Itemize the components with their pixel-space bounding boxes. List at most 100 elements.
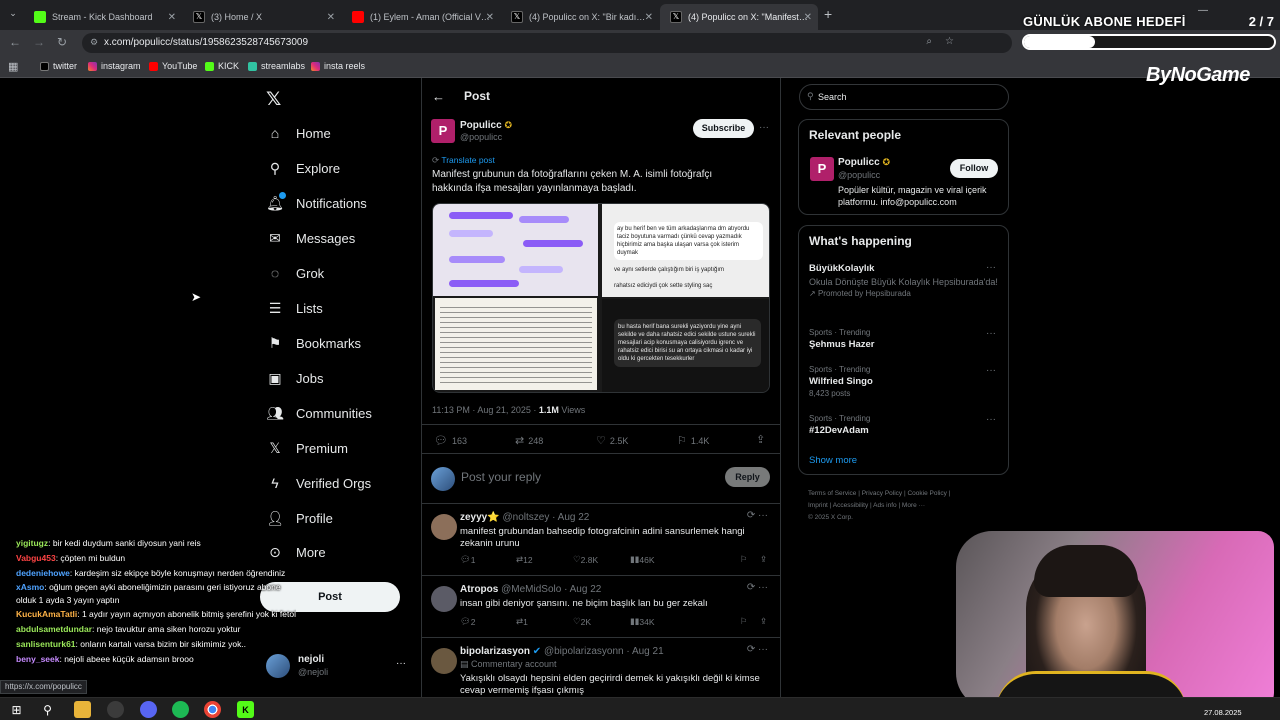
reply-item[interactable]: bipolarizasyon ✔ @bipolarizasyonn · Aug … (422, 637, 780, 695)
nav-premium[interactable]: 𝕏 Premium (266, 434, 348, 462)
subscribe-button[interactable]: Subscribe (693, 119, 754, 138)
trend-more-icon[interactable]: ··· (986, 328, 996, 339)
tab-search-icon[interactable]: ⌄ (6, 8, 20, 22)
like-action[interactable]: ♡ 2.8K (573, 554, 598, 565)
reply-button[interactable]: Reply (725, 467, 770, 487)
nav-messages[interactable]: ✉ Messages (266, 224, 355, 252)
browser-tab[interactable]: 𝕏 (4) Populicc on X: "Bir kadın, M... ✕ (501, 4, 659, 30)
author-avatar[interactable]: P (431, 119, 455, 143)
reply-item[interactable]: Atropos @MeMidSolo · Aug 22 ⟳ ··· insan … (422, 575, 780, 635)
show-more-link[interactable]: Show more (809, 455, 857, 466)
tab-close-icon[interactable]: ✕ (168, 12, 176, 23)
browser-tab[interactable]: 𝕏 (3) Home / X ✕ (183, 4, 341, 30)
chat-text: : kardeşim siz ekipçe böyle konuşmayı ne… (69, 568, 286, 578)
tab-close-icon[interactable]: ✕ (486, 12, 494, 23)
repost-action[interactable]: ⇄ 1 (516, 616, 528, 627)
bookmark-label: insta reels (324, 61, 366, 71)
spotify-icon[interactable] (172, 701, 189, 718)
bookmark-icon[interactable]: ⚐ (740, 616, 748, 627)
like-action[interactable]: ♡ 2K (573, 616, 591, 627)
bookmark-action[interactable]: ⚐ 1.4K (677, 434, 709, 447)
translate-link[interactable]: ⟳ Translate post (432, 155, 495, 166)
kick-app-icon[interactable]: K (237, 701, 254, 718)
bookmark-streamlabs[interactable]: streamlabs (248, 61, 305, 71)
post-more-icon[interactable]: ··· (759, 122, 769, 133)
trend-more-icon[interactable]: ··· (986, 262, 996, 273)
reply-action[interactable]: 💬︎ 1 (460, 554, 476, 565)
browser-tab[interactable]: Stream - Kick Dashboard ✕ (24, 4, 182, 30)
trend-more-icon[interactable]: ··· (986, 414, 996, 425)
reply-action[interactable]: 💬︎ 163 (434, 434, 467, 447)
nav-jobs[interactable]: ▣ Jobs (266, 364, 323, 392)
footer-line[interactable]: Imprint | Accessibility | Ads info | Mor… (808, 500, 1008, 512)
repost-action[interactable]: ⇄ 248 (515, 434, 543, 447)
like-action[interactable]: ♡ 2.5K (596, 434, 628, 447)
taskbar-search-icon[interactable]: ⚲ (39, 701, 56, 718)
share-icon[interactable]: ⇪ (760, 616, 767, 627)
chrome-icon[interactable] (204, 701, 221, 718)
tab-close-icon[interactable]: ✕ (645, 12, 653, 23)
bookmark-star-icon[interactable]: ☆ (945, 36, 954, 47)
site-info-icon[interactable]: ⚙ (90, 37, 98, 48)
tab-close-icon[interactable]: ✕ (804, 12, 812, 23)
trend-item[interactable]: Sports · Trending Wilfried Singo 8,423 p… (809, 365, 873, 398)
back-arrow-icon[interactable]: ← (432, 89, 445, 104)
views-action[interactable]: ▮▮ 46K (630, 554, 654, 565)
share-icon[interactable]: ⇪ (760, 554, 767, 565)
x-logo-icon[interactable]: 𝕏 (266, 88, 281, 111)
browser-tab[interactable]: (1) Eylem - Aman (Official Video) ✕ (342, 4, 500, 30)
nav-notifications[interactable]: 🔔︎ Notifications (266, 189, 367, 217)
follow-button[interactable]: Follow (950, 159, 998, 178)
reply-more-icon[interactable]: ⟳ ··· (747, 510, 768, 521)
reply-item[interactable]: zeyyy⭐ @noltszey · Aug 22 ⟳ ··· manifest… (422, 503, 780, 573)
reply-more-icon[interactable]: ⟳ ··· (747, 582, 768, 593)
nav-profile[interactable]: 👤︎ Profile (266, 504, 333, 532)
forward-icon[interactable]: → (33, 35, 45, 49)
footer-line[interactable]: Terms of Service | Privacy Policy | Cook… (808, 488, 1008, 500)
author-name[interactable]: Populicc ✪ (460, 120, 512, 131)
nav-home[interactable]: ⌂ Home (266, 119, 331, 147)
nav-grok[interactable]: ◌ Grok (266, 259, 324, 287)
bookmark-insta-reels[interactable]: insta reels (311, 61, 365, 71)
nav-bookmarks[interactable]: ⚑ Bookmarks (266, 329, 361, 357)
bookmark-instagram[interactable]: instagram (88, 61, 141, 71)
discord-icon[interactable] (140, 701, 157, 718)
bookmark-icon[interactable]: ⚐ (740, 554, 748, 565)
person-avatar[interactable]: P (810, 157, 834, 181)
new-tab-icon[interactable]: + (824, 6, 832, 22)
reply-more-icon[interactable]: ⟳ ··· (747, 644, 768, 655)
url-input[interactable]: ⚙ x.com/populicc/status/1958623528745673… (82, 33, 1012, 53)
browser-tab-active[interactable]: 𝕏 (4) Populicc on X: "Manifest gru... ✕ (660, 4, 818, 30)
nav-explore[interactable]: ⚲ Explore (266, 154, 340, 182)
youtube-icon (149, 61, 158, 71)
reload-icon[interactable]: ↻ (57, 35, 67, 49)
file-explorer-icon[interactable] (74, 701, 91, 718)
panel-title: Relevant people (809, 128, 902, 142)
nav-lists[interactable]: ☰ Lists (266, 294, 323, 322)
zoom-icon[interactable]: ⌕ (926, 36, 932, 47)
nav-verified-orgs[interactable]: ϟ Verified Orgs (266, 469, 371, 497)
trend-item[interactable]: Sports · Trending #12DevAdam (809, 414, 870, 436)
trend-more-icon[interactable]: ··· (986, 365, 996, 376)
chat-message: Vabgu453: çöpten mi buldun (16, 551, 296, 566)
trend-item[interactable]: BüyükKolaylık Okula Dönüşte Büyük Kolayl… (809, 263, 999, 298)
windows-start-icon[interactable]: ⊞ (8, 701, 25, 718)
search-input[interactable]: ⚲ Search (799, 84, 1009, 110)
person-name[interactable]: Populicc ✪ (838, 157, 890, 168)
obs-icon[interactable] (107, 701, 124, 718)
more-dots-icon[interactable]: ··· (396, 658, 406, 669)
share-action[interactable]: ⇪ (756, 433, 769, 446)
reply-action[interactable]: 💬︎ 2 (460, 616, 476, 627)
back-icon[interactable]: ← (9, 35, 21, 49)
bookmark-youtube[interactable]: YouTube (149, 61, 197, 71)
post-image[interactable]: ay bu herif ben ve tüm arkadaşlarıma dm … (432, 203, 770, 393)
views-action[interactable]: ▮▮ 34K (630, 616, 654, 627)
nav-communities[interactable]: 👥︎ Communities (266, 399, 372, 427)
trend-item[interactable]: Sports · Trending Şehmus Hazer (809, 328, 874, 350)
bookmark-kick[interactable]: KICK (205, 61, 239, 71)
tab-close-icon[interactable]: ✕ (327, 12, 335, 23)
apps-grid-icon[interactable]: ▦ (8, 60, 18, 73)
reply-input[interactable]: Post your reply (461, 470, 701, 484)
bookmark-twitter[interactable]: twitter (40, 61, 77, 71)
repost-action[interactable]: ⇄ 12 (516, 554, 533, 565)
